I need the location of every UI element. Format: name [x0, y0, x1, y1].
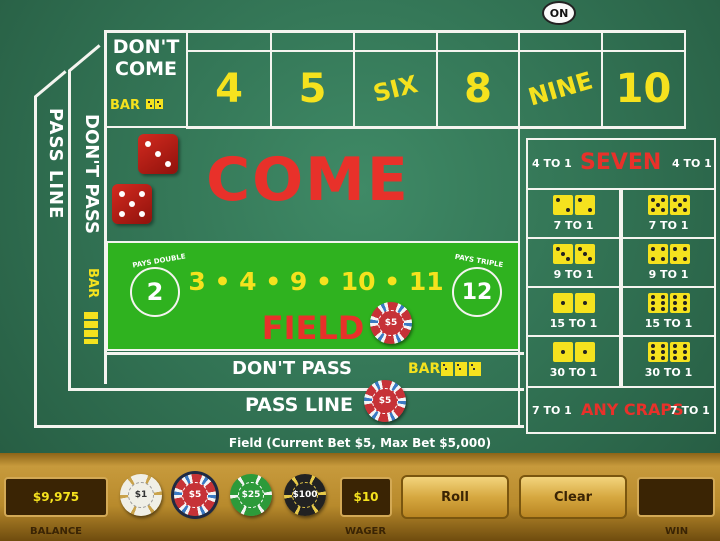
- any-craps-label: ANY CRAPS: [581, 400, 684, 419]
- win-label: WIN: [665, 526, 689, 537]
- die-1: [138, 134, 178, 174]
- die-2: [112, 184, 152, 224]
- roll-button[interactable]: Roll: [401, 475, 509, 519]
- seven-odds-right: 4 TO 1: [672, 157, 712, 170]
- die-face-icon: [574, 195, 595, 215]
- die-face-icon: [552, 195, 573, 215]
- place-10[interactable]: 10: [603, 52, 684, 126]
- balance-label: BALANCE: [30, 526, 83, 537]
- seven-bet[interactable]: 4 TO 1 SEVEN 4 TO 1: [528, 140, 714, 190]
- any-craps-odds-left: 7 TO 1: [532, 404, 572, 417]
- field-numbers: 3 • 4 • 9 • 10 • 11: [188, 266, 444, 296]
- dont-pass-side-label[interactable]: DON'T PASS: [78, 104, 102, 244]
- bar-dice-icon: [441, 362, 453, 376]
- any-craps-bet[interactable]: 7 TO 1 ANY CRAPS 7 TO 1: [528, 386, 714, 432]
- die-face-icon: [574, 244, 595, 264]
- place-5[interactable]: 5: [272, 52, 353, 126]
- hardway-bet[interactable]: 15 TO 1: [621, 288, 714, 337]
- wager-label: WAGER: [345, 526, 387, 537]
- hardway-odds: 9 TO 1: [553, 268, 594, 281]
- field-12: 12: [461, 279, 493, 305]
- chip-5-value: $5: [182, 482, 208, 508]
- die-face-icon: [669, 195, 690, 215]
- chip-1-value: $1: [128, 482, 154, 508]
- hardway-odds: 9 TO 1: [648, 268, 689, 281]
- bar-dice-icon: [455, 362, 467, 376]
- chip-25-value: $25: [238, 482, 264, 508]
- pass-line-bottom-label[interactable]: PASS LINE: [236, 390, 362, 420]
- place-8[interactable]: 8: [438, 52, 518, 126]
- place-4[interactable]: 4: [188, 52, 270, 126]
- dont-come-line2: COME: [115, 58, 177, 80]
- hardway-odds: 15 TO 1: [549, 317, 598, 330]
- clear-button[interactable]: Clear: [519, 475, 627, 519]
- on-puck: ON: [542, 1, 576, 25]
- die-face-icon: [647, 195, 668, 215]
- hardway-odds: 7 TO 1: [553, 219, 594, 232]
- place-9[interactable]: NINE: [511, 42, 609, 135]
- hardway-bet[interactable]: 15 TO 1: [528, 288, 621, 337]
- field-bet-chip-value: $5: [378, 310, 404, 336]
- seven-label: SEVEN: [580, 150, 662, 175]
- chip-25-button[interactable]: $25: [230, 474, 272, 516]
- die-face-icon: [669, 293, 690, 313]
- dont-come-line1: DON'T: [112, 36, 180, 58]
- hardway-odds: 30 TO 1: [549, 366, 598, 379]
- hardway-bet[interactable]: 9 TO 1: [621, 239, 714, 288]
- die-face-icon: [669, 342, 690, 362]
- seven-odds-left: 4 TO 1: [532, 157, 572, 170]
- hardway-bet[interactable]: 30 TO 1: [621, 337, 714, 386]
- status-text: Field (Current Bet $5, Max Bet $5,000): [228, 436, 492, 450]
- wager-display: $10: [340, 477, 392, 517]
- pass-line-side-label[interactable]: PASS LINE: [42, 104, 66, 224]
- dont-pass-bar[interactable]: DON'T PASS BAR: [106, 354, 518, 388]
- die-face-icon: [647, 244, 668, 264]
- hardway-odds: 30 TO 1: [644, 366, 693, 379]
- bar-dice-icon: [155, 99, 164, 109]
- die-face-icon: [552, 293, 573, 313]
- chip-100-value: $100: [292, 482, 318, 508]
- bar-side-dice-icon: [84, 312, 98, 344]
- bar-dice-icon: [146, 99, 155, 109]
- die-face-icon: [552, 244, 573, 264]
- hardway-bet[interactable]: 30 TO 1: [528, 337, 621, 386]
- proposition-box: 4 TO 1 SEVEN 4 TO 1 7 TO 1 7 TO 1 9 TO 1 9 …: [526, 138, 716, 434]
- hardway-bet[interactable]: 7 TO 1: [621, 190, 714, 239]
- hardway-odds: 7 TO 1: [648, 219, 689, 232]
- dont-come-bar-label: BAR: [110, 98, 140, 113]
- hardways-grid: 7 TO 1 7 TO 1 9 TO 1 9 TO 1 15 TO 1 15 TO 1 30…: [528, 190, 714, 386]
- pass-line-bet-chip-value: $5: [372, 388, 398, 414]
- die-face-icon: [669, 244, 690, 264]
- die-face-icon: [574, 293, 595, 313]
- bar-bottom-label: BAR: [408, 361, 441, 377]
- dont-pass-bottom-label: DON'T PASS: [232, 358, 352, 379]
- pass-line-bet-chip[interactable]: $5: [364, 380, 406, 422]
- hardway-odds: 15 TO 1: [644, 317, 693, 330]
- bar-dice-icon: [469, 362, 481, 376]
- die-face-icon: [647, 342, 668, 362]
- field-bet-chip[interactable]: $5: [370, 302, 412, 344]
- die-face-icon: [552, 342, 573, 362]
- bottom-control-bar: $9,975 BALANCE $1 $5 $25 $100 $10 WAGER …: [0, 453, 720, 541]
- any-craps-odds-right: 7 TO 1: [670, 404, 710, 417]
- place-6[interactable]: SIX: [347, 43, 443, 134]
- bar-side-label: BAR: [85, 268, 100, 298]
- come-area[interactable]: COME: [188, 140, 428, 220]
- die-face-icon: [647, 293, 668, 313]
- field-area[interactable]: 2 PAYS DOUBLE 12 PAYS TRIPLE 3 • 4 • 9 •…: [106, 241, 520, 351]
- field-2: 2: [146, 278, 164, 306]
- chip-1-button[interactable]: $1: [120, 474, 162, 516]
- field-label: FIELD: [261, 309, 365, 347]
- hardway-bet[interactable]: 9 TO 1: [528, 239, 621, 288]
- hardway-bet[interactable]: 7 TO 1: [528, 190, 621, 239]
- balance-display: $9,975: [4, 477, 108, 517]
- die-face-icon: [574, 342, 595, 362]
- win-display: [637, 477, 715, 517]
- dont-come-box[interactable]: DON'T COME BAR: [108, 36, 184, 126]
- chip-100-button[interactable]: $100: [284, 474, 326, 516]
- chip-5-button[interactable]: $5: [174, 474, 216, 516]
